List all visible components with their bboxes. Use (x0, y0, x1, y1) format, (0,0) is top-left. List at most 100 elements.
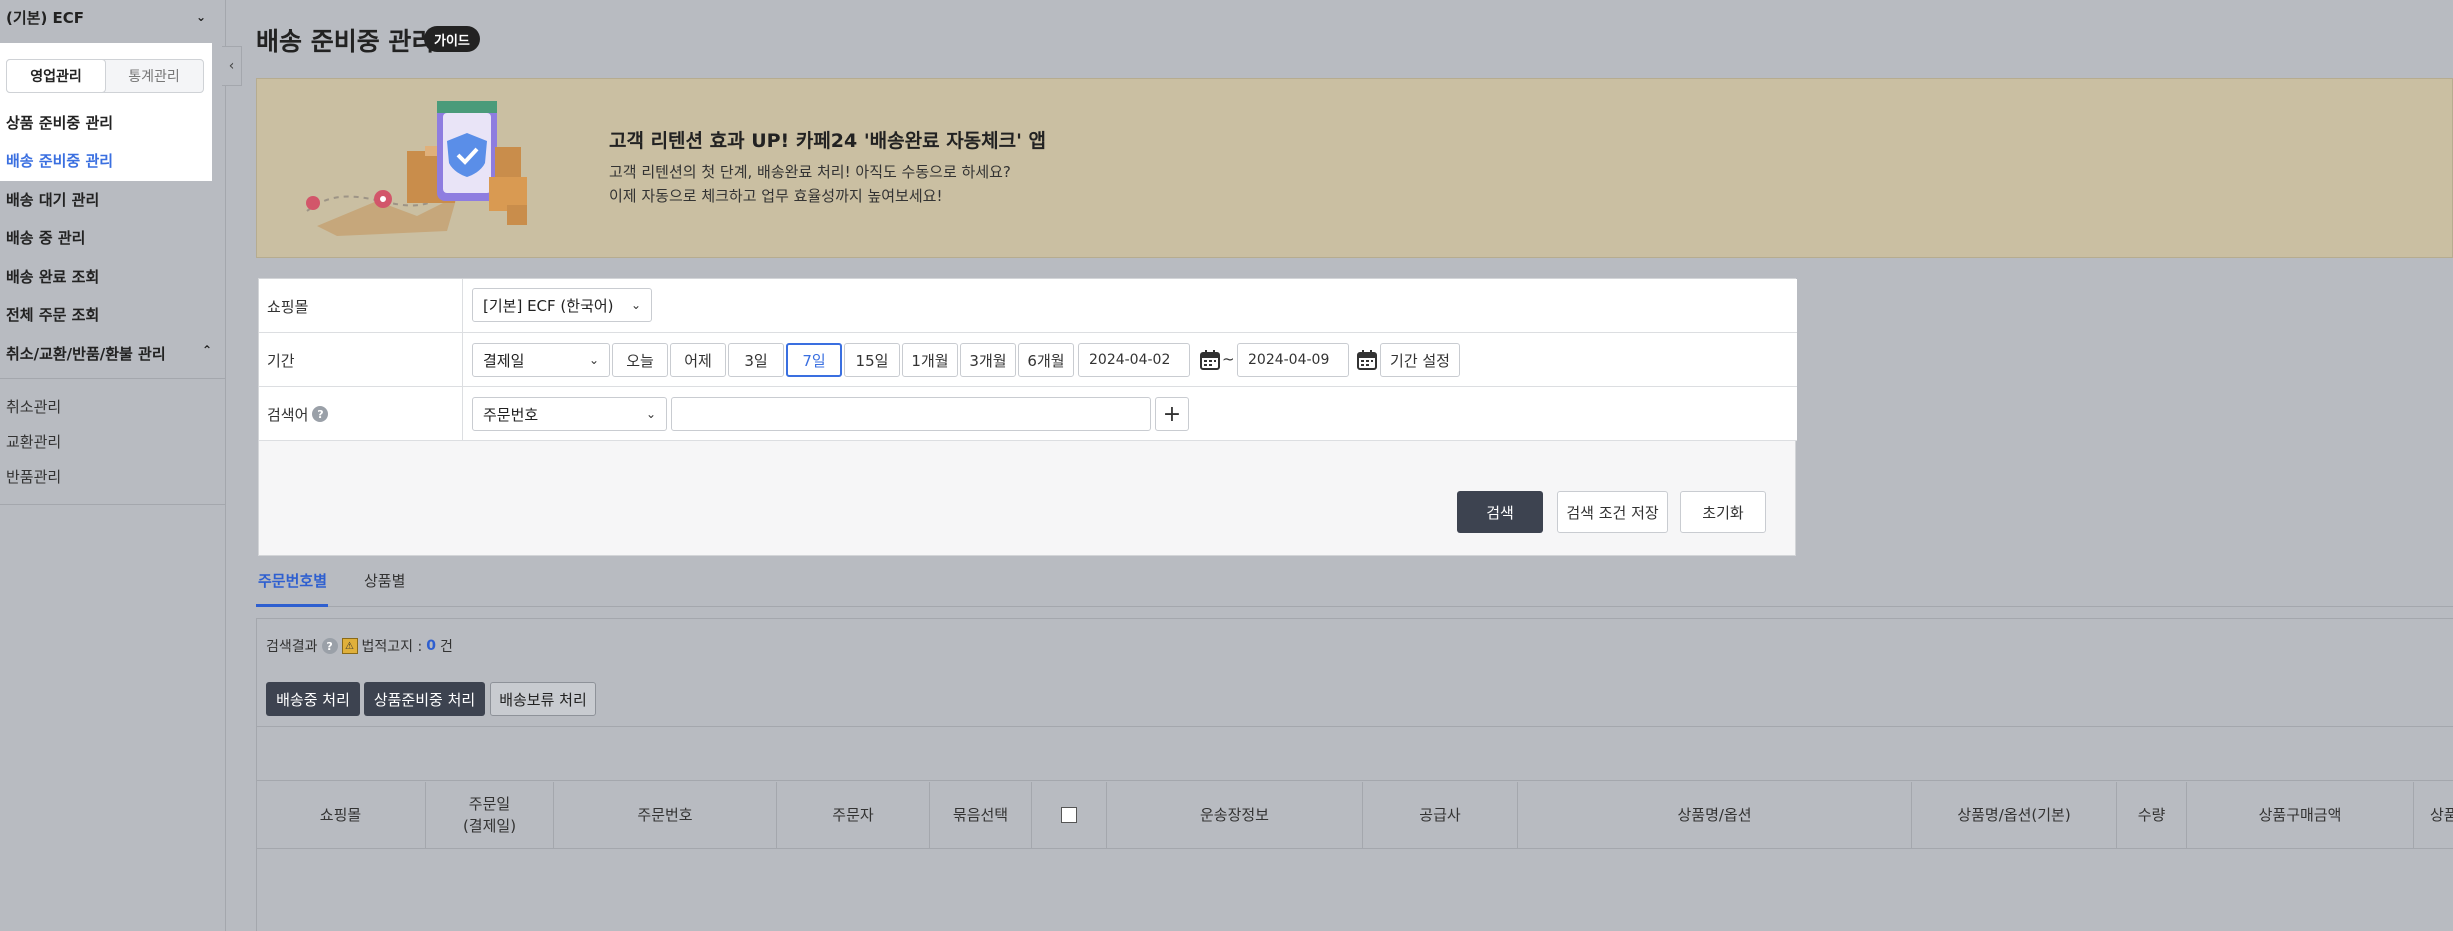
chevron-up-icon: ⌃ (201, 343, 212, 357)
help-icon[interactable]: ? (312, 406, 329, 422)
search-row-period: 기간 결제일 ⌄ 오늘 어제 3일 7일 15일 1개월 3개월 6개월 202… (259, 333, 1797, 387)
reset-button[interactable]: 초기화 (1680, 491, 1766, 533)
mall-select[interactable]: [기본] ECF (한국어) ⌄ (472, 288, 652, 322)
table-header-bottom-border (256, 848, 2453, 849)
keyword-type-select[interactable]: 주문번호 ⌄ (472, 397, 667, 431)
column-header-supplier[interactable]: 공급사 (1363, 782, 1518, 848)
column-header-select-all[interactable] (1032, 782, 1107, 848)
period-3months-button[interactable]: 3개월 (960, 343, 1016, 377)
promo-banner[interactable]: 고객 리텐션 효과 UP! 카페24 '배송완료 자동체크' 앱 고객 리텐션의… (256, 78, 2453, 258)
end-date-input[interactable]: 2024-04-09 (1237, 343, 1349, 377)
result-count-unit: 건 (439, 639, 453, 655)
period-1month-button[interactable]: 1개월 (902, 343, 958, 377)
sidebar-item-return[interactable]: 반품관리 (6, 466, 61, 487)
period-3days-button[interactable]: 3일 (728, 343, 784, 377)
sidebar-item-exchange[interactable]: 교환관리 (6, 431, 61, 452)
tab-by-order-number[interactable]: 주문번호별 (258, 570, 327, 591)
sidebar-item-product-preparing[interactable]: 상품 준비중 관리 (6, 112, 113, 133)
column-header-orderer[interactable]: 주문자 (777, 782, 930, 848)
sidebar-item-shipping-preparing[interactable]: 배송 준비중 관리 (6, 150, 113, 171)
select-all-checkbox[interactable] (1061, 807, 1077, 823)
calendar-icon[interactable] (1356, 349, 1378, 371)
sidebar: (기본) ECF ⌄ 영업관리 통계관리 상품 준비중 관리 배송 준비중 관리… (0, 0, 226, 931)
result-count: 0 (426, 638, 436, 654)
plus-icon: + (1162, 401, 1182, 427)
column-header-product-option-default[interactable]: 상품명/옵션(기본) (1912, 782, 2117, 848)
legal-notice-icon[interactable]: ⚠ (341, 638, 358, 654)
column-header-mall[interactable]: 쇼핑몰 (256, 782, 426, 848)
guide-button[interactable]: 가이드 (424, 26, 480, 52)
sidebar-collapse-button[interactable]: ‹ (222, 46, 242, 86)
period-settings-button[interactable]: 기간 설정 (1380, 343, 1460, 377)
keyword-label-text: 검색어 (267, 405, 309, 424)
period-type-value: 결제일 (483, 351, 525, 370)
legal-notice-label: 법적고지 : (361, 639, 423, 655)
period-15days-button[interactable]: 15일 (844, 343, 900, 377)
delivery-illustration (306, 101, 527, 236)
tab-by-product[interactable]: 상품별 (364, 570, 405, 591)
store-selector[interactable]: (기본) ECF ⌄ (0, 0, 212, 34)
tab-sales-management[interactable]: 영업관리 (6, 59, 106, 93)
store-name: (기본) ECF (6, 8, 85, 27)
banner-text: 이제 자동으로 체크하고 업무 효율성까지 높여보세요! (609, 187, 943, 205)
column-header-tracking-info[interactable]: 운송장정보 (1107, 782, 1363, 848)
sidebar-item-shipping-waiting[interactable]: 배송 대기 관리 (6, 189, 99, 210)
sidebar-item-cancel[interactable]: 취소관리 (6, 396, 61, 417)
add-keyword-button[interactable]: + (1155, 397, 1189, 431)
sidebar-item-shipping-complete[interactable]: 배송 완료 조회 (6, 266, 99, 287)
start-date-input[interactable]: 2024-04-02 (1078, 343, 1190, 377)
mall-label: 쇼핑몰 (259, 279, 463, 333)
mall-select-value: [기본] ECF (한국어) (483, 296, 614, 315)
divider (256, 726, 2453, 727)
column-header-quantity[interactable]: 수량 (2117, 782, 2187, 848)
mark-shipping-button[interactable]: 배송중 처리 (266, 682, 360, 716)
period-yesterday-button[interactable]: 어제 (670, 343, 726, 377)
period-6months-button[interactable]: 6개월 (1018, 343, 1074, 377)
search-row-keyword: 검색어 ? 주문번호 ⌄ + (259, 387, 1797, 441)
column-header-purchase-amount[interactable]: 상품구매금액 (2187, 782, 2414, 848)
banner-title: 고객 리텐션 효과 UP! 카페24 '배송완료 자동체크' 앱 (609, 130, 1047, 152)
chevron-down-icon: ⌄ (630, 298, 641, 312)
chevron-down-icon: ⌄ (195, 10, 206, 24)
period-7days-button[interactable]: 7일 (786, 343, 842, 377)
mark-product-preparing-button[interactable]: 상품준비중 처리 (364, 682, 485, 716)
help-icon[interactable]: ? (321, 638, 338, 654)
period-type-select[interactable]: 결제일 ⌄ (472, 343, 610, 377)
search-row-mall: 쇼핑몰 [기본] ECF (한국어) ⌄ (259, 279, 1797, 333)
sidebar-item-shipping-in-progress[interactable]: 배송 중 관리 (6, 227, 85, 248)
sidebar-menu-panel: 영업관리 통계관리 상품 준비중 관리 배송 준비중 관리 (0, 43, 212, 181)
sidebar-tabs: 영업관리 통계관리 (6, 59, 204, 93)
result-summary: 검색결과 ? ⚠ 법적고지 : 0 건 (266, 636, 453, 656)
column-header-order-date[interactable]: 주문일 (결제일) (426, 782, 554, 848)
save-search-conditions-button[interactable]: 검색 조건 저장 (1557, 491, 1668, 533)
sidebar-divider (0, 504, 226, 505)
active-tab-indicator (256, 604, 328, 607)
column-header-order-number[interactable]: 주문번호 (554, 782, 777, 848)
period-label: 기간 (259, 333, 463, 387)
column-header-product-option[interactable]: 상품명/옵션 (1518, 782, 1912, 848)
calendar-icon[interactable] (1199, 349, 1221, 371)
chevron-down-icon: ⌄ (645, 407, 656, 421)
result-label: 검색결과 (266, 639, 318, 655)
result-area (256, 618, 2453, 931)
tab-divider (256, 606, 2453, 607)
chevron-down-icon: ⌄ (588, 353, 599, 367)
sidebar-item-label: 취소/교환/반품/환불 관리 (6, 345, 166, 363)
sidebar-divider (0, 378, 226, 379)
table-header-top-border (256, 780, 2453, 781)
chevron-left-icon: ‹ (228, 58, 235, 74)
tab-statistics-management[interactable]: 통계관리 (105, 60, 203, 92)
page-title: 배송 준비중 관리 (256, 27, 435, 56)
column-header-product-partial[interactable]: 상품 (2414, 782, 2453, 848)
banner-text: 고객 리텐션의 첫 단계, 배송완료 처리! 아직도 수동으로 하세요? (609, 163, 1011, 181)
period-today-button[interactable]: 오늘 (612, 343, 668, 377)
keyword-label: 검색어 ? (259, 387, 463, 441)
search-button[interactable]: 검색 (1457, 491, 1543, 533)
sidebar-item-all-orders[interactable]: 전체 주문 조회 (6, 304, 99, 325)
search-panel: 쇼핑몰 [기본] ECF (한국어) ⌄ 기간 결제일 ⌄ 오늘 어제 3일 7… (258, 278, 1797, 556)
keyword-input[interactable] (671, 397, 1151, 431)
shipping-hold-button[interactable]: 배송보류 처리 (490, 682, 596, 716)
column-header-bundle-select[interactable]: 묶음선택 (930, 782, 1032, 848)
sidebar-item-cancel-exchange-return[interactable]: 취소/교환/반품/환불 관리 ⌃ (6, 343, 212, 364)
date-range-separator: ~ (1222, 350, 1235, 368)
